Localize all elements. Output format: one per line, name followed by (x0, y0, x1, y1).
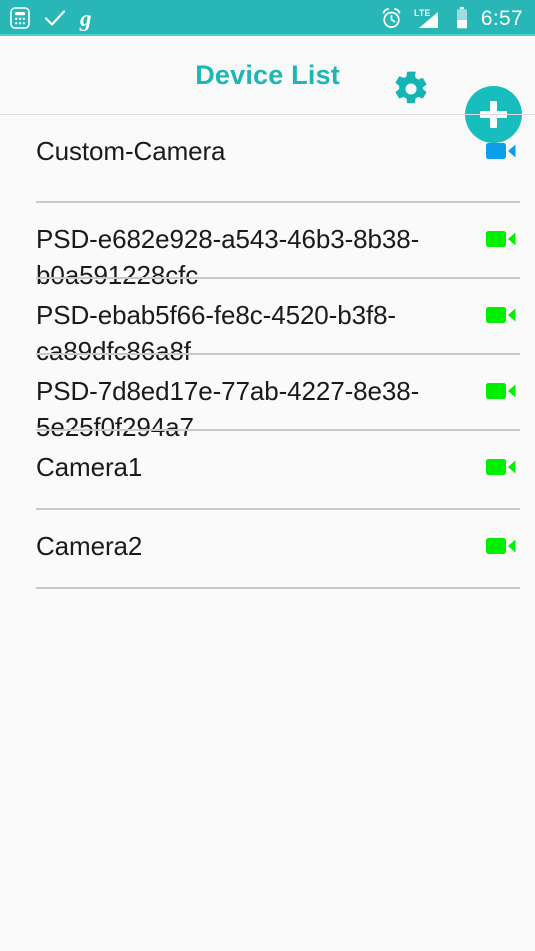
status-bar-clock: 6:57 (480, 6, 523, 30)
device-list-item[interactable]: Custom-Camera (0, 115, 535, 203)
battery-icon (456, 7, 468, 29)
video-camera-icon (486, 115, 520, 161)
app-bar: Device List (0, 36, 535, 143)
video-camera-icon (486, 355, 520, 401)
lte-signal-icon: LTE (413, 7, 445, 30)
video-camera-icon (486, 279, 520, 325)
gear-icon (392, 70, 430, 108)
status-bar-right-icons: LTE 6:57 (370, 7, 523, 30)
alarm-clock-icon (381, 7, 402, 29)
device-list-item[interactable]: PSD-ebab5f66-fe8c-4520-b3f8-ca89dfc86a8f (0, 279, 535, 366)
device-list-item[interactable]: PSD-7d8ed17e-77ab-4227-8e38-5e25f0f294a7 (0, 355, 535, 442)
settings-button[interactable] (386, 64, 436, 114)
status-bar-left-icons: g (10, 7, 106, 30)
grammarly-g-icon: g (80, 5, 92, 31)
checkmark-icon (44, 8, 66, 28)
device-name-label: Camera1 (36, 452, 143, 482)
svg-text:LTE: LTE (414, 8, 430, 18)
list-divider (36, 587, 520, 589)
calculator-icon (10, 7, 30, 29)
video-camera-icon (486, 510, 520, 556)
page-title: Device List (195, 60, 340, 90)
device-list-item[interactable]: Camera2 (0, 510, 535, 589)
device-list-item[interactable]: Camera1 (0, 431, 535, 510)
device-name-label: Custom-Camera (36, 136, 226, 166)
video-camera-icon (486, 203, 520, 249)
device-list-item[interactable]: PSD-e682e928-a543-46b3-8b38-b0a591228cfc (0, 203, 535, 290)
video-camera-icon (486, 431, 520, 477)
device-list: Custom-Camera PSD-e682e928-a543-46b3-8b38… (0, 115, 535, 589)
status-bar: g LTE 6:57 (0, 0, 535, 36)
device-name-label: Camera2 (36, 531, 143, 561)
